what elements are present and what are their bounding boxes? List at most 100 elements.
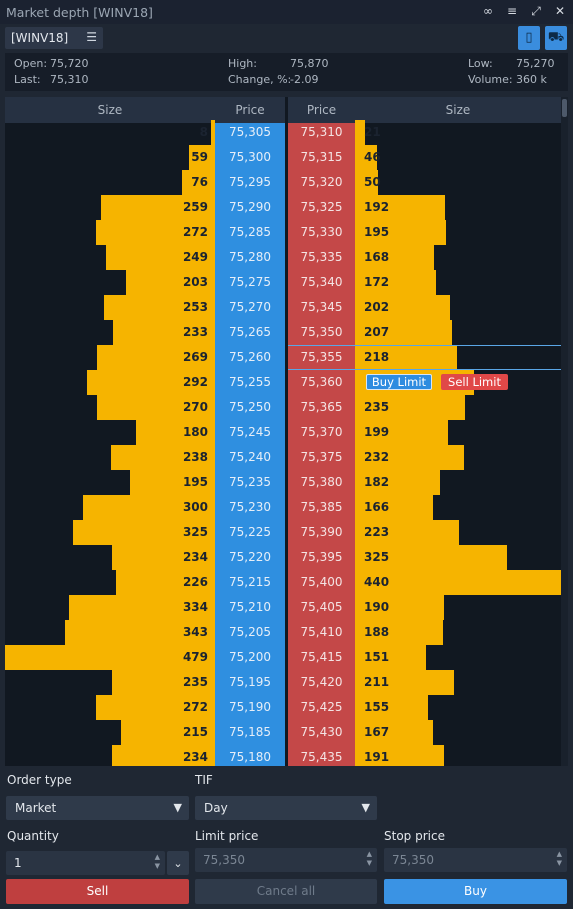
limit-price-input[interactable]: 75,350 ▲ ▼ (195, 848, 377, 872)
bid-price-cell[interactable]: 75,275 (215, 270, 285, 295)
book-row[interactable]: 325 75,225 75,390 223 (5, 520, 561, 545)
book-row[interactable]: 76 75,295 75,320 50 (5, 170, 561, 195)
book-row[interactable]: 272 75,190 75,425 155 (5, 695, 561, 720)
bid-price-cell[interactable]: 75,250 (215, 395, 285, 420)
book-row[interactable]: 215 75,185 75,430 167 (5, 720, 561, 745)
list-icon[interactable]: ☰ (86, 30, 97, 44)
bid-price-cell[interactable]: 75,210 (215, 595, 285, 620)
book-row[interactable]: 234 75,180 75,435 191 (5, 745, 561, 766)
ask-price-cell[interactable]: 75,380 (288, 470, 355, 495)
basket-icon[interactable]: ⛟ (545, 26, 567, 50)
sell-limit-button[interactable]: Sell Limit (441, 374, 508, 390)
book-row[interactable]: 59 75,300 75,315 46 (5, 145, 561, 170)
ask-price-cell[interactable]: 75,365 (288, 395, 355, 420)
tif-select[interactable]: Day ▼ (195, 796, 377, 820)
buy-button[interactable]: Buy (384, 879, 567, 904)
bid-price-cell[interactable]: 75,180 (215, 745, 285, 766)
bid-price-cell[interactable]: 75,195 (215, 670, 285, 695)
ask-price-cell[interactable]: 75,410 (288, 620, 355, 645)
book-row[interactable]: 272 75,285 75,330 195 (5, 220, 561, 245)
book-row[interactable]: 195 75,235 75,380 182 (5, 470, 561, 495)
ask-price-cell[interactable]: 75,335 (288, 245, 355, 270)
ask-price-cell[interactable]: 75,385 (288, 495, 355, 520)
bid-price-cell[interactable]: 75,215 (215, 570, 285, 595)
bid-price-cell[interactable]: 75,245 (215, 420, 285, 445)
book-row[interactable]: 253 75,270 75,345 202 (5, 295, 561, 320)
bid-price-cell[interactable]: 75,280 (215, 245, 285, 270)
bid-price-cell[interactable]: 75,225 (215, 520, 285, 545)
ask-price-cell[interactable]: 75,340 (288, 270, 355, 295)
book-row[interactable]: 226 75,215 75,400 440 (5, 570, 561, 595)
ask-price-cell[interactable]: 75,395 (288, 545, 355, 570)
book-row[interactable]: 203 75,275 75,340 172 (5, 270, 561, 295)
book-row[interactable]: 234 75,220 75,395 325 (5, 545, 561, 570)
ask-size-cell: 50 (364, 175, 381, 189)
bid-price-cell[interactable]: 75,200 (215, 645, 285, 670)
ask-price-cell[interactable]: 75,350 (288, 320, 355, 345)
bid-price-cell[interactable]: 75,185 (215, 720, 285, 745)
ask-price-cell[interactable]: 75,310 (288, 120, 355, 145)
bid-price-cell[interactable]: 75,270 (215, 295, 285, 320)
book-row[interactable]: 8 75,305 75,310 21 (5, 120, 561, 145)
scrollbar-thumb[interactable] (562, 99, 567, 117)
ask-price-cell[interactable]: 75,390 (288, 520, 355, 545)
ask-price-cell[interactable]: 75,325 (288, 195, 355, 220)
bid-price-cell[interactable]: 75,300 (215, 145, 285, 170)
ask-price-cell[interactable]: 75,375 (288, 445, 355, 470)
ask-price-cell[interactable]: 75,400 (288, 570, 355, 595)
bid-price-cell[interactable]: 75,290 (215, 195, 285, 220)
symbol-tab[interactable]: [WINV18] ☰ (5, 27, 103, 49)
book-row[interactable]: 233 75,265 75,350 207 (5, 320, 561, 345)
bid-price-cell[interactable]: 75,220 (215, 545, 285, 570)
quantity-preset-dropdown[interactable]: ⌄ (167, 851, 189, 875)
order-type-select[interactable]: Market ▼ (6, 796, 189, 820)
ask-price-cell[interactable]: 75,415 (288, 645, 355, 670)
bid-price-cell[interactable]: 75,230 (215, 495, 285, 520)
bid-price-cell[interactable]: 75,235 (215, 470, 285, 495)
book-scrollbar[interactable] (561, 97, 568, 766)
limit-price-spinner-icon[interactable]: ▲ ▼ (367, 850, 372, 868)
book-row[interactable]: 235 75,195 75,420 211 (5, 670, 561, 695)
book-row[interactable]: 259 75,290 75,325 192 (5, 195, 561, 220)
ask-price-cell[interactable]: 75,320 (288, 170, 355, 195)
sell-button[interactable]: Sell (6, 879, 189, 904)
quantity-input[interactable]: 1 ▲ ▼ (6, 851, 165, 875)
bid-price-cell[interactable]: 75,285 (215, 220, 285, 245)
ask-price-cell[interactable]: 75,330 (288, 220, 355, 245)
ask-price-cell[interactable]: 75,435 (288, 745, 355, 766)
stop-price-input[interactable]: 75,350 ▲ ▼ (384, 848, 567, 872)
book-row[interactable]: 180 75,245 75,370 199 (5, 420, 561, 445)
mouse-trading-icon[interactable]: ▯ (518, 26, 540, 50)
stop-price-spinner-icon[interactable]: ▲ ▼ (557, 850, 562, 868)
book-row[interactable]: 334 75,210 75,405 190 (5, 595, 561, 620)
book-row[interactable]: 270 75,250 75,365 235 (5, 395, 561, 420)
bid-price-cell[interactable]: 75,205 (215, 620, 285, 645)
bid-price-cell[interactable]: 75,190 (215, 695, 285, 720)
ask-price-cell[interactable]: 75,360 (288, 370, 355, 395)
settings-menu-icon[interactable]: ≡ (505, 4, 519, 19)
ask-price-cell[interactable]: 75,345 (288, 295, 355, 320)
book-row[interactable]: 300 75,230 75,385 166 (5, 495, 561, 520)
buy-limit-button[interactable]: Buy Limit (366, 374, 432, 390)
bid-price-cell[interactable]: 75,305 (215, 120, 285, 145)
bid-price-cell[interactable]: 75,260 (215, 345, 285, 370)
ask-price-cell[interactable]: 75,405 (288, 595, 355, 620)
book-row[interactable]: 249 75,280 75,335 168 (5, 245, 561, 270)
close-icon[interactable]: ✕ (553, 4, 567, 19)
ask-price-cell[interactable]: 75,370 (288, 420, 355, 445)
link-icon[interactable]: ∞ (481, 4, 495, 19)
ask-price-cell[interactable]: 75,315 (288, 145, 355, 170)
bid-price-cell[interactable]: 75,240 (215, 445, 285, 470)
ask-price-cell[interactable]: 75,430 (288, 720, 355, 745)
bid-price-cell[interactable]: 75,265 (215, 320, 285, 345)
ask-price-cell[interactable]: 75,425 (288, 695, 355, 720)
book-row[interactable]: 343 75,205 75,410 188 (5, 620, 561, 645)
maximize-icon[interactable]: ⤢ (529, 4, 543, 19)
cancel-all-button[interactable]: Cancel all (195, 879, 377, 904)
ask-price-cell[interactable]: 75,420 (288, 670, 355, 695)
book-row[interactable]: 479 75,200 75,415 151 (5, 645, 561, 670)
book-row[interactable]: 238 75,240 75,375 232 (5, 445, 561, 470)
bid-price-cell[interactable]: 75,295 (215, 170, 285, 195)
bid-price-cell[interactable]: 75,255 (215, 370, 285, 395)
quantity-spinner-icon[interactable]: ▲ ▼ (155, 853, 160, 871)
